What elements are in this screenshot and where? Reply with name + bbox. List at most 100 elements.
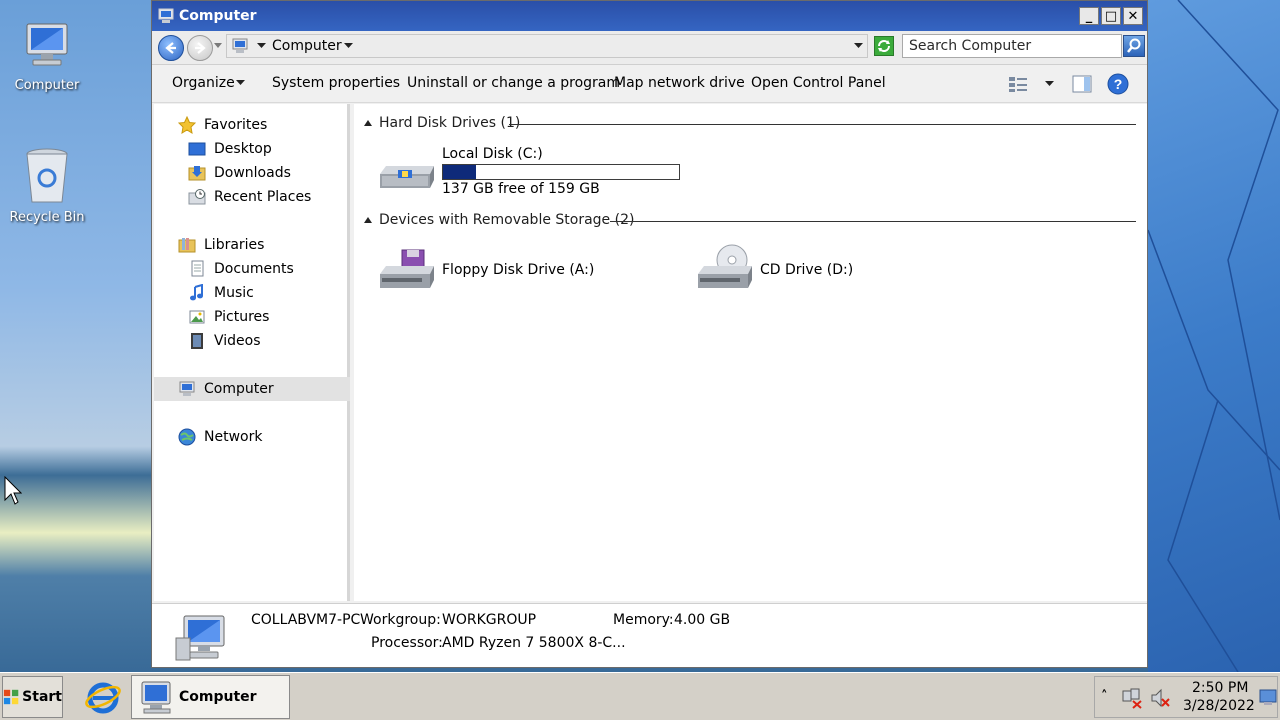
chevron-down-icon[interactable]: [344, 43, 353, 49]
nav-recent-places[interactable]: Recent Places: [188, 185, 311, 209]
explorer-window: Computer _ □ ✕ Computer Search Computer: [151, 0, 1148, 668]
collapse-group-icon[interactable]: [364, 217, 372, 223]
desktop-computer-icon[interactable]: Computer: [2, 18, 92, 93]
nav-libraries[interactable]: Libraries: [178, 233, 264, 257]
show-hidden-icons-button[interactable]: ˄: [1101, 689, 1108, 704]
search-button[interactable]: [1123, 35, 1145, 57]
nav-label: Libraries: [204, 237, 265, 253]
nav-favorites[interactable]: Favorites: [178, 113, 267, 137]
desktop-recycle-bin-icon[interactable]: Recycle Bin: [2, 146, 92, 225]
network-status-icon[interactable]: [1121, 687, 1143, 709]
nav-computer[interactable]: Computer: [154, 377, 350, 401]
drive-label: CD Drive (D:): [760, 262, 854, 278]
computer-icon: [232, 38, 248, 53]
clock-time[interactable]: 2:50 PM: [1192, 680, 1248, 696]
internet-explorer-icon[interactable]: [84, 678, 122, 716]
arrow-left-icon: [165, 42, 176, 54]
nav-label: Recent Places: [214, 189, 312, 205]
preview-pane-icon[interactable]: [1072, 75, 1092, 93]
group-header-removable[interactable]: Devices with Removable Storage (2): [379, 212, 634, 228]
address-field[interactable]: Computer: [226, 34, 868, 58]
system-properties-button[interactable]: System properties: [272, 75, 400, 91]
close-button[interactable]: ✕: [1123, 7, 1143, 25]
cd-drive-icon: [698, 244, 752, 288]
documents-icon: [191, 260, 204, 277]
nav-music[interactable]: Music: [188, 281, 254, 305]
breadcrumb[interactable]: Computer: [272, 38, 342, 54]
clock-date[interactable]: 3/28/2022: [1183, 698, 1255, 714]
nav-label: Music: [214, 285, 254, 301]
libraries-icon: [178, 238, 196, 253]
hard-disk-icon: [380, 166, 434, 188]
chevron-down-icon[interactable]: [1045, 81, 1054, 87]
command-bar: Organize System properties Uninstall or …: [152, 65, 1147, 103]
title-bar[interactable]: Computer _ □ ✕: [152, 1, 1147, 31]
group-separator: [509, 124, 1136, 125]
taskbar: Start Computer ˄ 2:50 PM 3/28/2022: [0, 672, 1280, 720]
nav-pictures[interactable]: Pictures: [188, 305, 269, 329]
start-button[interactable]: Start: [2, 676, 63, 718]
drive-label: Floppy Disk Drive (A:): [442, 262, 595, 278]
open-control-panel-button[interactable]: Open Control Panel: [751, 75, 886, 91]
minimize-button[interactable]: _: [1079, 7, 1099, 25]
system-tray: ˄ 2:50 PM 3/28/2022: [1094, 676, 1278, 718]
recent-pages-dropdown-icon[interactable]: [214, 43, 222, 49]
change-view-icon[interactable]: [1008, 75, 1028, 93]
nav-downloads[interactable]: Downloads: [188, 161, 291, 185]
group-header-hard-disk[interactable]: Hard Disk Drives (1): [379, 115, 520, 131]
floppy-drive-icon: [380, 249, 434, 288]
recent-places-icon: [188, 189, 206, 205]
disk-free-text: 137 GB free of 159 GB: [442, 181, 600, 197]
navigation-pane: Favorites Desktop Downloads Recent Place…: [154, 104, 350, 601]
drive-item-cd[interactable]: CD Drive (D:): [692, 244, 992, 300]
chevron-down-icon[interactable]: [236, 80, 245, 86]
windows-logo-icon: [3, 689, 19, 705]
memory-label: Memory:: [613, 612, 674, 628]
music-icon: [190, 284, 203, 301]
show-desktop-icon[interactable]: [1259, 688, 1277, 706]
computer-icon: [179, 381, 195, 396]
nav-label: Documents: [214, 261, 294, 277]
chevron-down-icon[interactable]: [257, 43, 266, 49]
back-button[interactable]: [158, 35, 184, 61]
refresh-icon: [878, 40, 890, 52]
forward-button[interactable]: [187, 35, 213, 61]
address-history-dropdown-icon[interactable]: [854, 43, 863, 49]
nav-label: Downloads: [214, 165, 291, 181]
nav-label: Computer: [204, 381, 274, 397]
search-icon: [1127, 38, 1141, 53]
help-icon[interactable]: ?: [1107, 73, 1129, 95]
uninstall-program-button[interactable]: Uninstall or change a program: [407, 75, 620, 91]
window-title: Computer: [179, 8, 257, 24]
videos-icon: [191, 333, 203, 349]
nav-network[interactable]: Network: [178, 425, 262, 449]
map-network-drive-button[interactable]: Map network drive: [614, 75, 745, 91]
processor-label: Processor:: [371, 635, 443, 651]
content-pane: Hard Disk Drives (1) Local Disk (C:) 137…: [354, 104, 1147, 601]
details-pane: COLLABVM7-PC Workgroup: WORKGROUP Memory…: [152, 603, 1147, 667]
nav-label: Network: [204, 429, 263, 445]
refresh-button[interactable]: [874, 36, 894, 56]
nav-label: Videos: [214, 333, 261, 349]
mouse-cursor-icon: [4, 476, 22, 505]
taskbar-window-label: Computer: [179, 689, 257, 705]
nav-videos[interactable]: Videos: [188, 329, 261, 353]
organize-menu[interactable]: Organize: [172, 75, 235, 91]
address-bar: Computer Search Computer: [152, 31, 1147, 65]
nav-desktop[interactable]: Desktop: [188, 137, 272, 161]
pictures-icon: [189, 310, 205, 324]
maximize-button[interactable]: □: [1101, 7, 1121, 25]
desktop-wallpaper-lines: [1148, 0, 1280, 672]
start-label: Start: [22, 689, 62, 705]
computer-icon: [175, 615, 225, 661]
computer-icon: [26, 23, 68, 66]
nav-documents[interactable]: Documents: [188, 257, 294, 281]
drive-item-local-disk[interactable]: Local Disk (C:) 137 GB free of 159 GB: [374, 144, 684, 202]
collapse-group-icon[interactable]: [364, 120, 372, 126]
search-input[interactable]: Search Computer: [902, 34, 1122, 58]
recycle-bin-icon: [26, 148, 68, 203]
drive-item-floppy[interactable]: Floppy Disk Drive (A:): [374, 244, 674, 300]
computer-icon: [141, 681, 171, 714]
taskbar-window-computer[interactable]: Computer: [131, 675, 290, 719]
volume-muted-icon[interactable]: [1149, 687, 1171, 709]
